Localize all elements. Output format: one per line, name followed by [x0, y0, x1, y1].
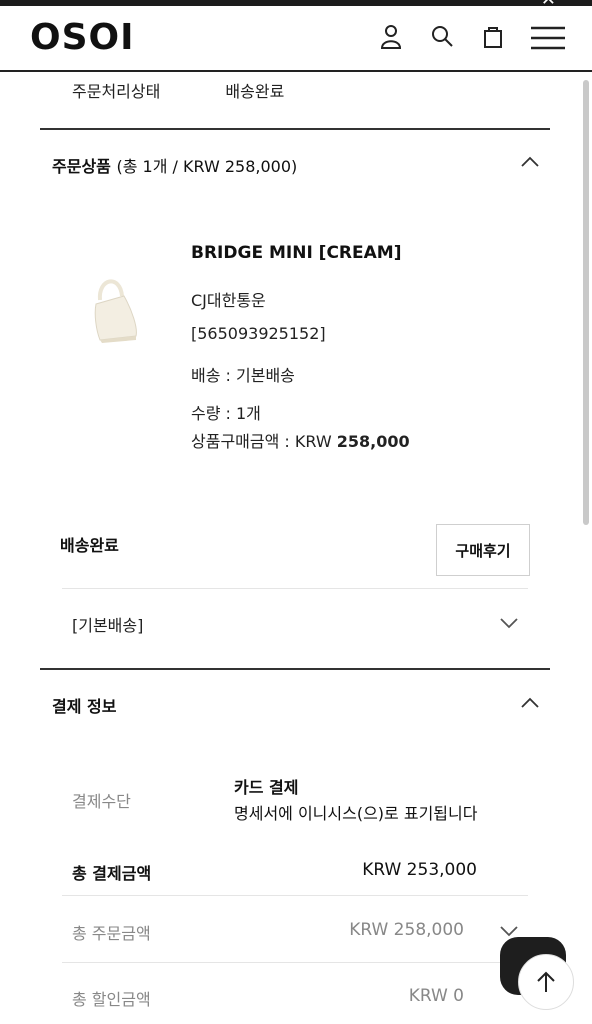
- payment-method-value: 카드 결제: [234, 778, 299, 797]
- product-image[interactable]: [86, 270, 146, 346]
- products-summary: (총 1개 / KRW 258,000): [116, 157, 298, 176]
- total-payment-label: 총 결제금액: [72, 864, 152, 883]
- products-section-title[interactable]: 주문상품 (총 1개 / KRW 258,000): [52, 153, 297, 177]
- section-divider: [40, 668, 550, 670]
- site-header: OSOI: [0, 6, 592, 72]
- chevron-up-icon[interactable]: [520, 695, 540, 714]
- bag-icon[interactable]: [482, 24, 504, 50]
- delivery-status: 배송완료: [60, 536, 119, 555]
- total-order-value: KRW 258,000: [349, 920, 464, 940]
- divider: [62, 895, 528, 896]
- payment-method-label: 결제수단: [72, 792, 131, 811]
- tracking-number[interactable]: [565093925152]: [191, 324, 326, 343]
- product-price-label: 상품구매금액 : KRW: [191, 432, 337, 451]
- total-order-label: 총 주문금액: [72, 924, 151, 943]
- product-quantity: 수량 : 1개: [191, 404, 261, 423]
- order-status-row: 주문처리상태 배송완료: [72, 78, 284, 102]
- scrollbar[interactable]: [583, 80, 589, 525]
- carrier-name: CJ대한통운: [191, 291, 266, 310]
- user-icon[interactable]: [379, 24, 403, 50]
- order-status-value: 배송완료: [225, 82, 285, 101]
- menu-icon[interactable]: [531, 26, 565, 50]
- total-discount-label: 총 할인금액: [72, 990, 151, 1009]
- products-title: 주문상품: [52, 157, 111, 176]
- chevron-down-icon[interactable]: [499, 615, 519, 634]
- chevron-up-icon[interactable]: [520, 154, 540, 173]
- arrow-up-icon: [537, 971, 555, 992]
- write-review-button[interactable]: 구매후기: [436, 524, 530, 576]
- product-name[interactable]: BRIDGE MINI [CREAM]: [191, 243, 401, 263]
- logo[interactable]: OSOI: [30, 17, 135, 58]
- product-price-value: 258,000: [336, 432, 410, 451]
- product-price: 상품구매금액 : KRW 258,000: [191, 428, 410, 452]
- total-discount-value: KRW 0: [408, 986, 464, 1006]
- shipping-group-label[interactable]: [기본배송]: [72, 612, 143, 636]
- divider: [62, 588, 528, 589]
- payment-section-title[interactable]: 결제 정보: [52, 693, 116, 717]
- section-divider: [40, 128, 550, 130]
- divider: [62, 962, 528, 963]
- order-status-label: 주문처리상태: [72, 82, 161, 101]
- payment-method-note: 명세서에 이니시스(으)로 표기됩니다: [234, 804, 478, 823]
- scroll-to-top-button[interactable]: [518, 954, 574, 1010]
- total-payment-value: KRW 253,000: [362, 860, 477, 880]
- shipping-type: 배송 : 기본배송: [191, 366, 295, 385]
- search-icon[interactable]: [430, 24, 454, 50]
